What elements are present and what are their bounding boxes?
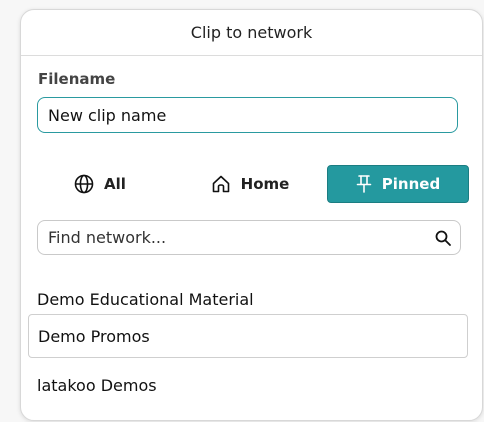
tab-home[interactable]: Home	[200, 165, 300, 203]
dialog-title: Clip to network	[21, 10, 482, 56]
pin-icon	[356, 174, 372, 194]
list-item[interactable]: latakoo Demos	[37, 376, 157, 395]
clip-to-network-dialog: Clip to network Filename All Home	[20, 9, 483, 421]
list-item[interactable]: Demo Educational Material	[37, 290, 254, 309]
tab-all[interactable]: All	[62, 165, 138, 203]
filename-label: Filename	[38, 70, 116, 88]
tab-home-label: Home	[240, 175, 290, 193]
tab-all-label: All	[104, 175, 126, 193]
network-filter-tabs: All Home Pinned	[37, 165, 469, 205]
home-icon	[211, 174, 231, 194]
network-search	[37, 220, 461, 255]
tab-pinned[interactable]: Pinned	[327, 165, 469, 203]
search-icon[interactable]	[434, 229, 452, 251]
filename-input[interactable]	[37, 97, 458, 133]
globe-icon	[74, 174, 94, 194]
list-item[interactable]: Demo Promos	[28, 314, 468, 358]
search-input[interactable]	[38, 221, 438, 254]
tab-pinned-label: Pinned	[381, 175, 441, 193]
